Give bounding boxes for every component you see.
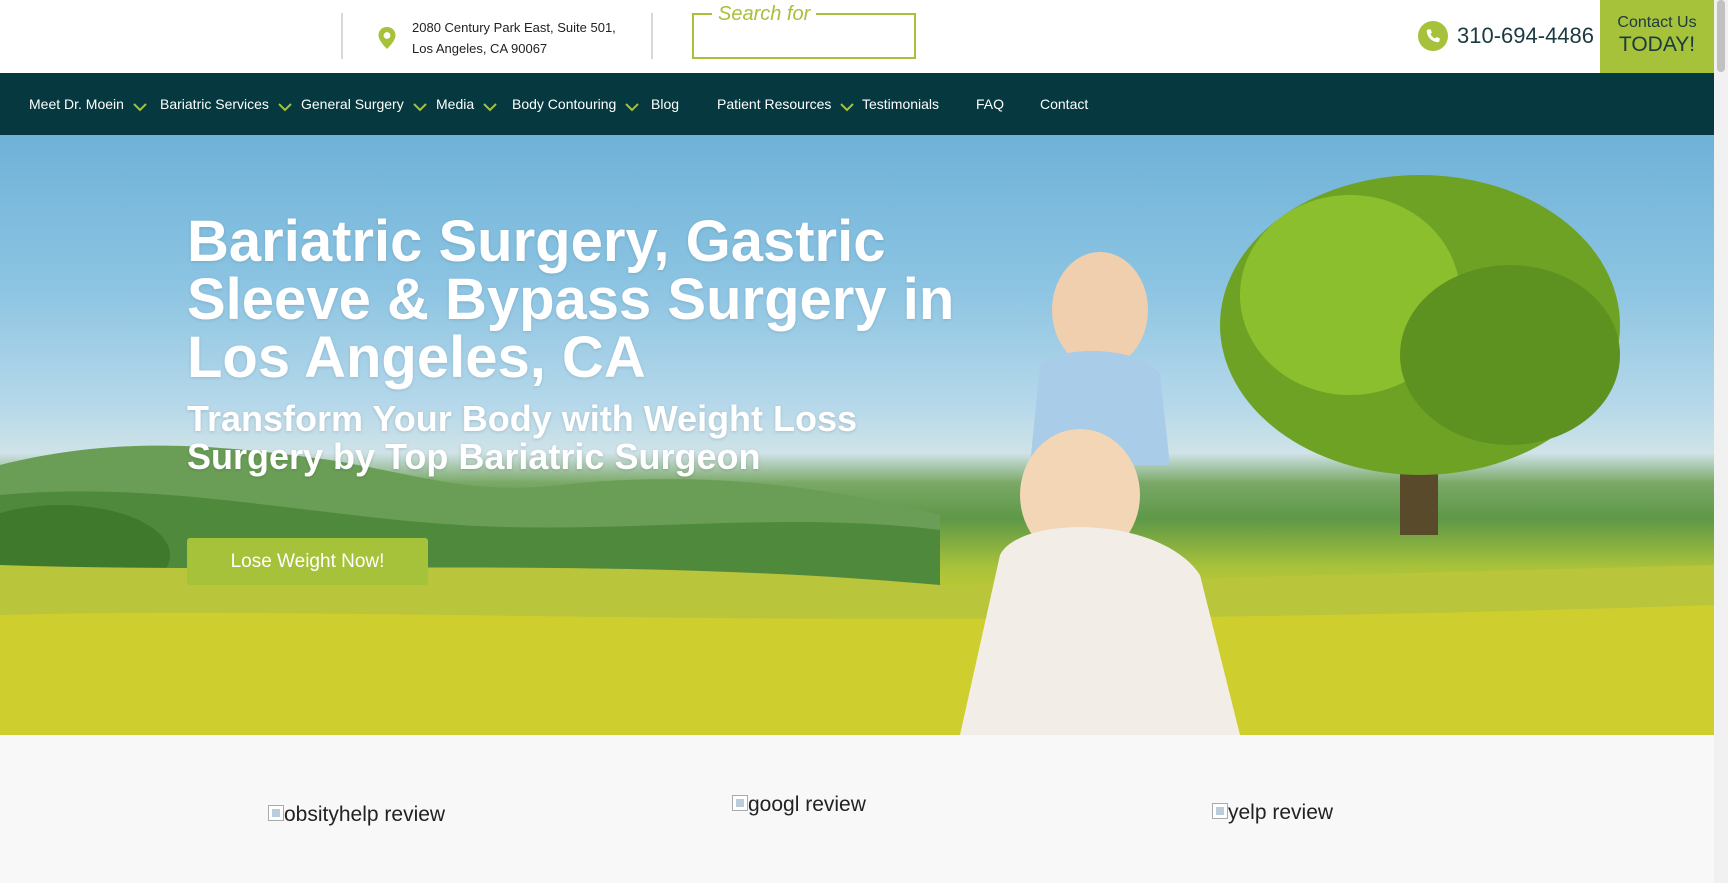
chevron-down-icon <box>625 102 640 111</box>
broken-image-icon <box>268 805 284 821</box>
nav-item-testimonials[interactable]: Testimonials <box>862 73 939 135</box>
map-pin-icon <box>378 27 396 49</box>
nav-item-label: Contact <box>1040 96 1089 112</box>
contact-us-button[interactable]: Contact Us TODAY! <box>1600 0 1714 73</box>
main-nav: Meet Dr. Moein Bariatric Services Genera… <box>0 73 1714 135</box>
nav-item-bariatric-services[interactable]: Bariatric Services <box>160 73 292 135</box>
header: 2080 Century Park East, Suite 501, Los A… <box>0 0 1714 73</box>
nav-item-contact[interactable]: Contact <box>1040 73 1088 135</box>
chevron-down-icon <box>413 102 427 111</box>
review-image-alt: obsityhelp review <box>284 803 446 826</box>
hero-banner: Bariatric Surgery, Gastric Sleeve & Bypa… <box>0 135 1714 735</box>
scrollbar-thumb[interactable] <box>1717 0 1725 72</box>
nav-item-media[interactable]: Media <box>436 73 497 135</box>
contact-us-label: Contact Us <box>1617 14 1697 31</box>
yelp-review-link[interactable]: yelp review <box>1212 801 1333 825</box>
hero-subtitle: Transform Your Body with Weight Loss Sur… <box>187 398 858 477</box>
nav-item-meet-dr-moein[interactable]: Meet Dr. Moein <box>29 73 147 135</box>
nav-item-label: Testimonials <box>862 96 940 112</box>
lose-weight-now-button[interactable]: Lose Weight Now! <box>187 538 428 585</box>
address-line-2: Los Angeles, CA 90067 <box>412 41 548 56</box>
search-input[interactable] <box>694 15 914 57</box>
nav-item-label: General Surgery <box>301 96 404 112</box>
phone-icon <box>1418 21 1448 51</box>
nav-item-label: Bariatric Services <box>160 96 269 112</box>
google-review-link[interactable]: googl review <box>732 793 866 817</box>
phone-number: 310-694-4486 <box>1457 23 1595 48</box>
nav-item-patient-resources[interactable]: Patient Resources <box>717 73 855 135</box>
address-block: 2080 Century Park East, Suite 501, Los A… <box>376 17 616 59</box>
hero-title: Bariatric Surgery, Gastric Sleeve & Bypa… <box>187 209 955 390</box>
address-text: 2080 Century Park East, Suite 501, Los A… <box>412 17 616 59</box>
nav-item-label: Patient Resources <box>717 96 832 112</box>
nav-item-label: FAQ <box>976 96 1005 112</box>
broken-image-icon <box>732 795 748 811</box>
nav-item-label: Blog <box>651 96 680 112</box>
review-image-alt: yelp review <box>1228 801 1334 824</box>
chevron-down-icon <box>133 102 147 111</box>
nav-item-general-surgery[interactable]: General Surgery <box>301 73 427 135</box>
header-divider <box>341 13 343 59</box>
address-line-1: 2080 Century Park East, Suite 501, <box>412 20 616 35</box>
reviews-section: obsityhelp review googl review yelp revi… <box>0 735 1714 883</box>
nav-item-label: Body Contouring <box>512 96 617 112</box>
nav-item-body-contouring[interactable]: Body Contouring <box>512 73 640 135</box>
page-scrollbar[interactable] <box>1714 0 1728 883</box>
nav-item-blog[interactable]: Blog <box>651 73 679 135</box>
search-field[interactable]: Search for <box>692 3 916 59</box>
obesityhelp-review-link[interactable]: obsityhelp review <box>268 803 445 827</box>
nav-item-faq[interactable]: FAQ <box>976 73 1004 135</box>
chevron-down-icon <box>483 102 497 111</box>
chevron-down-icon <box>840 102 855 111</box>
review-image-alt: googl review <box>748 793 866 816</box>
nav-item-label: Meet Dr. Moein <box>29 96 124 112</box>
phone-link[interactable]: 310-694-4486 <box>1418 21 1594 51</box>
header-divider <box>651 13 653 59</box>
broken-image-icon <box>1212 803 1228 819</box>
chevron-down-icon <box>278 102 292 111</box>
nav-item-label: Media <box>436 96 475 112</box>
contact-today-label: TODAY! <box>1618 33 1696 56</box>
